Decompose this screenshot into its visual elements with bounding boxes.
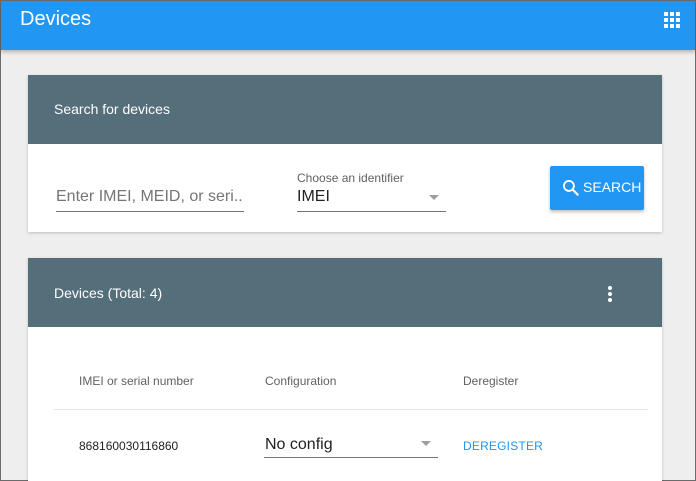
apps-grid-icon[interactable] bbox=[664, 12, 680, 28]
page-title: Devices bbox=[20, 8, 92, 30]
configuration-select-value: No config bbox=[265, 436, 333, 453]
identifier-select[interactable]: IMEI bbox=[297, 187, 446, 212]
search-card-header: Search for devices bbox=[28, 75, 662, 144]
device-imei: 868160030116860 bbox=[79, 439, 179, 453]
table-divider bbox=[54, 409, 648, 410]
device-search-input[interactable] bbox=[56, 188, 244, 212]
search-card: Search for devices Choose an identifier … bbox=[28, 75, 662, 232]
identifier-label: Choose an identifier bbox=[297, 171, 404, 185]
column-header-configuration: Configuration bbox=[265, 374, 337, 388]
dropdown-arrow-icon bbox=[429, 195, 439, 200]
deregister-link[interactable]: DEREGISTER bbox=[463, 439, 543, 453]
more-vert-icon[interactable] bbox=[606, 286, 614, 304]
search-button[interactable]: SEARCH bbox=[550, 166, 644, 210]
devices-card: Devices (Total: 4) IMEI or serial number… bbox=[28, 258, 662, 481]
devices-card-header: Devices (Total: 4) bbox=[28, 258, 662, 327]
devices-card-title: Devices (Total: 4) bbox=[54, 285, 163, 301]
search-icon bbox=[563, 180, 579, 196]
search-button-label: SEARCH bbox=[583, 179, 642, 195]
identifier-select-value: IMEI bbox=[297, 188, 330, 205]
column-header-deregister: Deregister bbox=[463, 374, 519, 388]
dropdown-arrow-icon bbox=[421, 441, 431, 446]
search-card-title: Search for devices bbox=[54, 101, 170, 117]
column-header-imei: IMEI or serial number bbox=[79, 374, 194, 388]
configuration-select[interactable]: No config bbox=[264, 433, 438, 458]
app-bar: Devices bbox=[1, 1, 695, 50]
